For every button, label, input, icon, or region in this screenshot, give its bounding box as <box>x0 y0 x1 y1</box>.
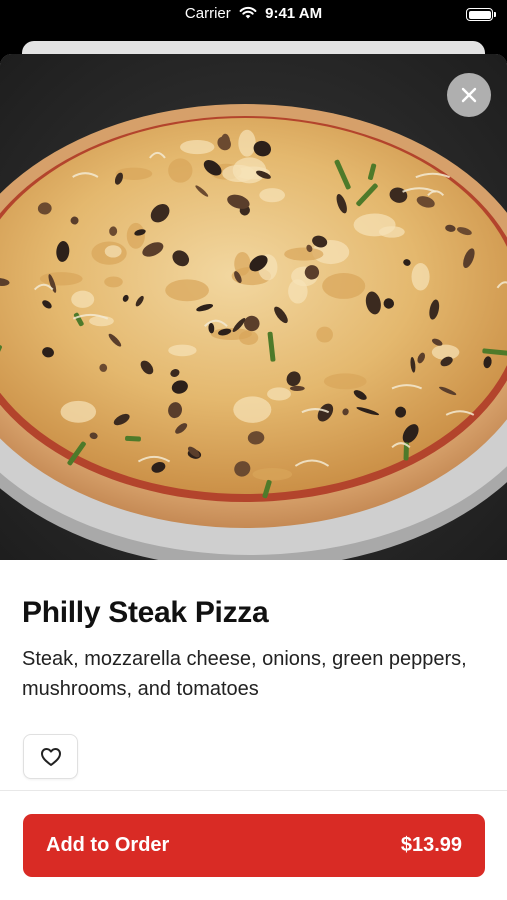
battery-nub <box>494 12 496 17</box>
cheese-spot <box>39 272 83 286</box>
close-icon <box>461 87 477 103</box>
cheese-spot <box>411 263 430 291</box>
wifi-icon <box>239 6 257 24</box>
add-to-order-button[interactable]: Add to Order $13.99 <box>23 814 485 877</box>
cheese-spot <box>267 387 291 401</box>
cheese-spot <box>316 326 333 343</box>
cheese-spot <box>232 157 267 184</box>
cheese-spot <box>165 279 209 302</box>
cheese-spot <box>252 468 293 481</box>
item-description: Steak, mozzarella cheese, onions, green … <box>22 648 467 700</box>
cheese-spot <box>104 245 122 258</box>
heart-icon <box>40 747 61 766</box>
pepper-topping <box>125 435 141 442</box>
item-photo <box>0 54 507 560</box>
cheese-spot <box>210 328 252 340</box>
item-detail-sheet: Philly Steak Pizza Steak, mozzarella che… <box>0 54 507 900</box>
add-to-order-label: Add to Order <box>46 834 170 856</box>
cheese-spot <box>71 290 95 308</box>
cheese-spot <box>353 213 396 237</box>
steak-topping <box>289 385 305 391</box>
cheese-spot <box>126 222 145 249</box>
cheese-spot <box>233 396 272 423</box>
price-label: $13.99 <box>400 834 462 856</box>
cheese-spot <box>104 276 123 288</box>
close-button[interactable] <box>447 73 491 117</box>
footer-divider <box>0 790 507 791</box>
status-center: Carrier 9:41 AM <box>0 5 507 24</box>
cheese-spot <box>168 344 197 357</box>
cheese-spot <box>259 188 286 203</box>
item-title: Philly Steak Pizza <box>22 596 269 629</box>
battery-fill <box>468 10 491 19</box>
cheese-spot <box>60 400 97 423</box>
cheese-spot <box>284 247 324 261</box>
carrier-label: Carrier <box>184 5 231 22</box>
cheese-spot <box>168 158 193 183</box>
favorite-button[interactable] <box>23 734 78 779</box>
clock: 9:41 AM <box>265 5 323 22</box>
status-bar: Carrier 9:41 AM <box>0 0 507 40</box>
battery-icon <box>466 8 496 21</box>
cheese-spot <box>322 272 366 299</box>
pizza-illustration <box>0 54 507 560</box>
cheese-spot <box>238 129 256 157</box>
cheese-spot <box>180 139 215 155</box>
cheese-spot <box>323 373 367 390</box>
